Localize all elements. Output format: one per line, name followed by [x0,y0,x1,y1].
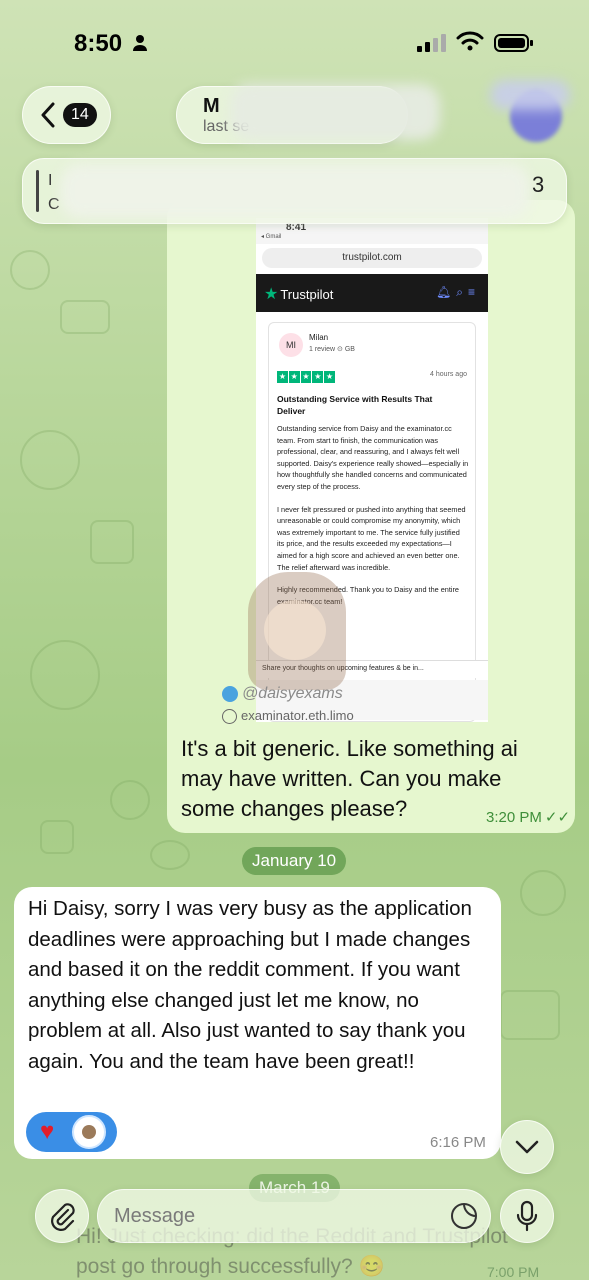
background-doodle [10,250,50,290]
pinned-text: C [48,196,60,213]
signal-icon [417,34,446,52]
reviewer-meta: 1 review ⊙ GB [309,346,355,353]
incoming-message-time: 6:16 PM [430,1134,486,1151]
double-check-icon: ✓✓ [544,809,571,826]
pinned-indicator [36,170,39,212]
star-icon: ★ [264,286,279,303]
outgoing-message-time: 3:20 PM ✓✓ [486,808,570,826]
faded-message-time: 7:00 PM [487,1264,540,1280]
message-input[interactable] [97,1189,491,1243]
date-divider: January 10 [242,847,347,875]
redacted-area [230,84,440,140]
review-stars: ★ ★ ★ ★ ★ [277,371,335,383]
person-icon [133,35,147,51]
review-paragraph: Outstanding service from Daisy and the e… [277,424,469,491]
background-doodle [500,990,560,1040]
background-doodle [30,640,100,710]
trustpilot-logo: ★ Trustpilot [264,284,333,304]
microphone-button[interactable] [500,1189,554,1243]
background-doodle [60,300,110,334]
trustpilot-brand: Trustpilot [280,287,334,302]
attach-button[interactable] [35,1189,89,1243]
reviewer-avatar: MI [279,333,303,357]
background-doodle [20,430,80,490]
watermark-site-text: examinator.eth.limo [241,708,354,723]
back-button[interactable]: 14 [22,86,111,144]
globe-icon [222,709,237,725]
background-doodle [110,780,150,820]
watermark-character-face [264,600,326,660]
watermark-handle: @daisyexams [222,685,343,703]
screenshot-source-app: ◂ Gmail [261,234,282,240]
status-time: 8:50 [74,30,123,57]
pinned-text: I [48,172,53,189]
microphone-icon [516,1200,538,1232]
unread-badge: 14 [63,103,97,127]
trustpilot-nav-icons: 🔔︎⌕≡ [436,285,480,299]
heart-icon: ♥ [40,1118,55,1145]
background-doodle [520,870,566,916]
review-paragraph: I never felt pressured or pushed into an… [277,504,466,572]
faded-message-line: post go through successfully? 😊 [76,1255,385,1278]
battery-icon [494,34,533,52]
background-doodle [40,820,74,854]
scroll-down-button[interactable] [500,1120,554,1174]
reviewer-name: Milan [309,333,329,342]
background-doodle [90,520,134,564]
redacted-area [60,164,530,218]
screenshot-url-bar: trustpilot.com [262,248,482,268]
watermark-site: examinator.eth.limo [222,708,354,725]
chevron-down-icon [515,1140,539,1154]
status-bar: 8:50 [0,0,589,80]
telegram-icon [222,685,238,702]
trustpilot-nav-bar: ★ Trustpilot 🔔︎⌕≡ [256,274,488,312]
pinned-count: 3 [532,172,545,197]
redacted-area [490,80,570,110]
incoming-message-text: Hi Daisy, sorry I was very busy as the a… [28,897,472,1073]
paperclip-icon [51,1203,75,1231]
message-time: 3:20 PM [486,809,542,826]
wifi-icon [456,31,484,51]
watermark-handle-text: @daisyexams [242,685,343,702]
sticker-icon[interactable] [450,1202,478,1230]
review-title: Outstanding Service with Results That De… [277,394,433,416]
background-doodle [150,840,190,870]
review-age: 4 hours ago [430,371,467,378]
chevron-left-icon [41,102,55,128]
reaction-avatar [72,1115,106,1149]
